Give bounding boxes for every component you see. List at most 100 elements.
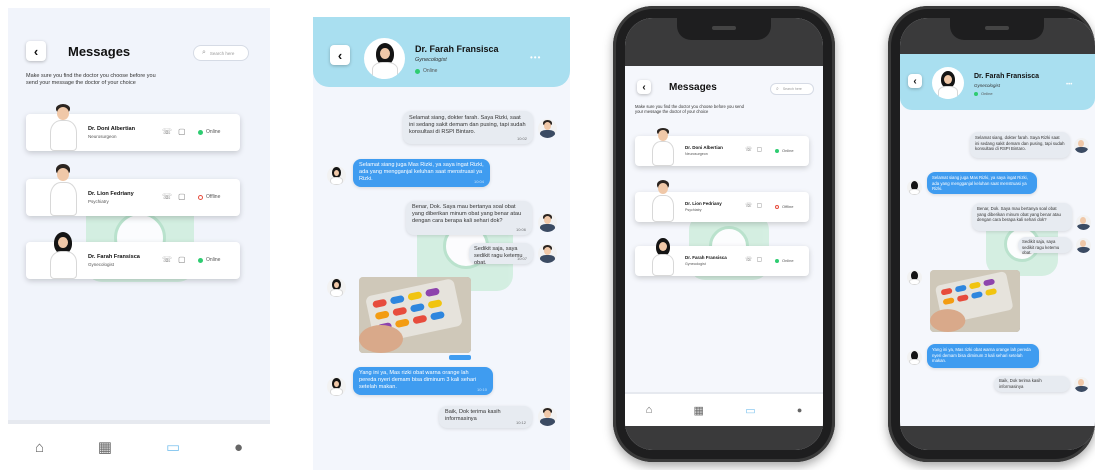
- medicine-photo[interactable]: [359, 277, 471, 353]
- doctor-card-doni[interactable]: Dr. Doni Albertian Neurosurgeon ☏ ▢ Onli…: [635, 128, 809, 166]
- user-avatar: [538, 244, 557, 263]
- profile-tab-icon[interactable]: ●: [797, 405, 802, 415]
- tab-bar: ⌂ ▦ ▭ ●: [625, 392, 823, 426]
- doctor-mini-avatar: [327, 377, 346, 396]
- search-icon: ⌕: [776, 86, 779, 92]
- video-icon[interactable]: ▢: [757, 256, 763, 263]
- back-button[interactable]: ‹: [637, 80, 651, 94]
- video-icon[interactable]: ▢: [757, 202, 763, 209]
- doctor-name: Dr. Farah Fransisca: [685, 255, 727, 260]
- status-badge: Offline: [775, 204, 794, 209]
- phone-mockup-chat: ‹ Dr. Farah Fransisca Gynecologist Onlin…: [888, 6, 1095, 462]
- video-icon[interactable]: ▢: [178, 192, 186, 201]
- video-icon[interactable]: ▢: [757, 146, 763, 153]
- search-placeholder: Search here: [782, 87, 802, 91]
- back-button[interactable]: ‹: [908, 74, 922, 88]
- back-button[interactable]: ‹: [330, 45, 350, 65]
- online-status: Online: [415, 68, 437, 74]
- doctor-name: Dr. Lion Fedriany: [88, 191, 134, 197]
- page-title: Messages: [68, 44, 131, 59]
- pill-pack-image: [359, 277, 471, 353]
- message-bubble-user: Sedikit saja, saya sedikit ragu ketemu o…: [1018, 237, 1072, 255]
- call-icon[interactable]: ☏: [162, 192, 172, 201]
- subtitle: Make sure you find the doctor you choose…: [635, 104, 744, 114]
- doctor-card-farah[interactable]: Dr. Farah Fransisca Gynecologist ☏ ▢ Onl…: [635, 238, 809, 276]
- doctor-avatar: [932, 67, 964, 99]
- user-avatar: [1076, 238, 1091, 253]
- user-avatar: [1074, 377, 1089, 392]
- doctor-mini-avatar: [907, 350, 922, 365]
- video-icon[interactable]: ▢: [178, 127, 186, 136]
- doctor-doni-avatar: [651, 128, 675, 166]
- home-tab-icon[interactable]: ⌂: [35, 439, 44, 456]
- home-tab-icon[interactable]: ⌂: [646, 404, 653, 416]
- tab-bar: ⌂ ▦ ▭ ●: [8, 424, 270, 470]
- message-bubble-doctor: Yang ini ya, Mas rizki obat warna orange…: [927, 344, 1039, 368]
- doctor-name: Dr. Doni Albertian: [88, 126, 136, 132]
- chat-tab-icon[interactable]: ▭: [166, 438, 180, 456]
- doctor-doni-avatar: [48, 104, 78, 151]
- doctor-name: Dr. Farah Fransisca: [974, 73, 1039, 80]
- chat-screen: ‹ Dr. Farah Fransisca Gynecologist Onlin…: [313, 17, 570, 470]
- message-bubble-user: Benar, Dok. Saya mau bertanya soal obat …: [972, 203, 1072, 231]
- user-avatar: [1074, 138, 1089, 153]
- doctor-name: Dr. Doni Albertian: [685, 145, 723, 150]
- call-icon[interactable]: ☏: [162, 127, 172, 136]
- doctor-farah-avatar: [651, 238, 675, 276]
- doctor-mini-avatar: [327, 278, 346, 297]
- pill-pack-image: [930, 270, 1020, 332]
- online-status: Online: [974, 91, 993, 96]
- user-avatar: [538, 119, 557, 138]
- call-icon[interactable]: ☏: [745, 256, 753, 263]
- search-input[interactable]: ⌕ Search here: [770, 83, 814, 95]
- doctor-lion-avatar: [48, 164, 78, 216]
- doctor-card-doni[interactable]: Dr. Doni Albertian Neurosurgeon ☏ ▢ Onli…: [26, 104, 240, 151]
- search-placeholder: Search here: [209, 50, 235, 56]
- chat-tab-icon[interactable]: ▭: [745, 404, 755, 417]
- call-icon[interactable]: ☏: [162, 255, 172, 264]
- doctor-mini-avatar: [907, 180, 922, 195]
- call-icon[interactable]: ☏: [745, 146, 753, 153]
- phone-chat-screen: ‹ Dr. Farah Fransisca Gynecologist Onlin…: [900, 18, 1095, 450]
- back-icon: ‹: [913, 75, 917, 87]
- message-bubble-user: Selamat siang, dokter farah. Saya Rizki …: [970, 132, 1070, 158]
- chat-header: ‹ Dr. Farah Fransisca Gynecologist Onlin…: [900, 54, 1095, 110]
- calendar-tab-icon[interactable]: ▦: [694, 404, 704, 417]
- page-title: Messages: [669, 82, 717, 93]
- doctor-mini-avatar: [907, 270, 922, 285]
- user-avatar: [538, 213, 557, 232]
- doctor-card-farah[interactable]: Dr. Farah Fransisca Gynecologist ☏ ▢ Onl…: [26, 232, 240, 279]
- calendar-tab-icon[interactable]: ▦: [98, 438, 112, 456]
- chat-header: ‹ Dr. Farah Fransisca Gynecologist Onlin…: [313, 17, 570, 87]
- message-bubble-user: Sedikit saja, saya sedikit ragu ketemu o…: [469, 243, 533, 266]
- back-icon: ‹: [337, 47, 343, 63]
- doctor-farah-avatar: [48, 232, 78, 279]
- doctor-card-lion[interactable]: Dr. Lion Fedriany Psychiatry ☏ ▢ Offline: [635, 180, 809, 222]
- online-dot: [775, 258, 779, 263]
- phone-list-screen: ‹ Messages ⌕ Search here Make sure you f…: [625, 18, 823, 450]
- doctor-name: Dr. Lion Fedriany: [685, 201, 722, 206]
- offline-dot: [775, 204, 779, 209]
- messages-screen: ‹ Messages ⌕ Search here Make sure you f…: [8, 8, 270, 470]
- call-icon[interactable]: ☏: [745, 202, 753, 209]
- medicine-photo[interactable]: [930, 270, 1020, 332]
- message-bubble-doctor: Selamat siang juga Mas Rizki, ya saya in…: [353, 159, 490, 187]
- more-icon[interactable]: •••: [1066, 82, 1072, 88]
- back-button[interactable]: ‹: [26, 41, 46, 61]
- doctor-specialty: Neurosurgeon: [88, 134, 117, 139]
- doctor-name: Dr. Farah Fransisca: [415, 44, 499, 54]
- doctor-specialty: Psychiatry: [685, 208, 702, 212]
- profile-tab-icon[interactable]: ●: [234, 439, 243, 456]
- video-icon[interactable]: ▢: [178, 255, 186, 264]
- doctor-mini-avatar: [327, 166, 346, 185]
- doctor-lion-avatar: [651, 180, 675, 222]
- doctor-card-lion[interactable]: Dr. Lion Fedriany Psychiatry ☏ ▢ Offline: [26, 164, 240, 216]
- online-dot: [775, 148, 779, 153]
- more-icon[interactable]: •••: [530, 53, 541, 62]
- search-input[interactable]: ⌕ Search here: [193, 45, 249, 61]
- user-avatar: [1076, 215, 1091, 230]
- status-badge: Online: [775, 148, 794, 153]
- status-badge: Online: [198, 129, 220, 135]
- offline-dot: [198, 194, 203, 200]
- message-bubble-user: Baik, Dok terima kasih informasinya: [994, 376, 1070, 392]
